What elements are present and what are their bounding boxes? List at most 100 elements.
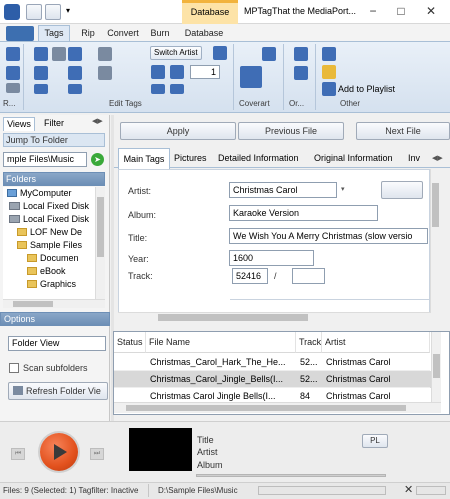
tree-item-documents[interactable]: Documen [3, 252, 95, 265]
play-icon[interactable] [54, 444, 67, 460]
tags-scroll-thumb[interactable] [432, 183, 439, 227]
grid-hscrollbar[interactable] [114, 402, 441, 413]
application-menu-button[interactable] [6, 26, 34, 41]
go-icon[interactable]: ➤ [91, 153, 104, 166]
column-status[interactable]: Status [114, 332, 146, 353]
coverart-icon[interactable] [240, 66, 262, 88]
hscroll-thumb[interactable] [13, 301, 53, 307]
other-icon-1[interactable] [322, 47, 336, 61]
scan-subfolders-checkbox[interactable] [9, 363, 19, 373]
grid-scroll-thumb[interactable] [433, 354, 440, 378]
tree-item-local-disk-2[interactable]: Local Fixed Disk [3, 213, 95, 226]
quick-access-dropdown-icon[interactable]: ▾ [66, 6, 70, 15]
tree-item-lof-new[interactable]: LOF New De [3, 226, 95, 239]
organise-icon-2[interactable] [294, 47, 308, 61]
lyrics-icon[interactable] [151, 84, 165, 94]
column-artist[interactable]: Artist [322, 332, 430, 353]
contextual-tab-database[interactable]: Database [182, 0, 238, 24]
switch-artist-button[interactable]: Switch Artist [150, 46, 202, 60]
grid-hscroll-thumb[interactable] [126, 405, 406, 411]
tab-filter[interactable]: Filter [38, 117, 70, 131]
tab-involved[interactable]: Inv [408, 148, 430, 168]
next-track-icon[interactable]: ⏭ [90, 448, 104, 460]
delete-tags-icon[interactable] [68, 84, 82, 94]
add-to-playlist-button[interactable]: Add to Playlist [338, 84, 395, 94]
column-track[interactable]: Track [296, 332, 322, 353]
grid-scrollbar[interactable] [431, 332, 441, 402]
tab-main-tags[interactable]: Main Tags [118, 148, 170, 169]
tag-from-file-icon[interactable] [34, 66, 48, 80]
previous-file-button[interactable]: Previous File [238, 122, 344, 140]
maximize-button[interactable]: □ [388, 2, 414, 20]
save-icon[interactable] [26, 4, 42, 20]
organise-icon[interactable] [6, 66, 20, 80]
album-field[interactable]: Karaoke Version [229, 205, 378, 221]
tree-item-local-disk-1[interactable]: Local Fixed Disk [3, 200, 95, 213]
ribbon-group-label-coverart: Coverart [239, 99, 270, 108]
tab-views[interactable]: Views [3, 117, 35, 131]
playlist-add-icon[interactable] [322, 82, 336, 96]
tab-tags[interactable]: Tags [38, 25, 70, 42]
title-field[interactable]: We Wish You A Merry Christmas (slow vers… [229, 228, 428, 244]
tree-item-sample-files[interactable]: Sample Files [3, 239, 95, 252]
folder-path-input[interactable]: mple Files\Music [3, 152, 87, 167]
refresh-folder-view-button[interactable]: Refresh Folder Vie [8, 382, 108, 400]
auto-number-icon[interactable] [213, 46, 227, 60]
tree-item-ebook[interactable]: eBook [3, 265, 95, 278]
tab-database[interactable]: Database [176, 26, 232, 41]
artist-combo[interactable]: Christmas Carol [229, 182, 337, 198]
tab-original-information[interactable]: Original Information [314, 148, 393, 168]
track-number-field[interactable]: 1 [190, 65, 220, 79]
scroll-thumb[interactable] [97, 197, 104, 257]
identify-icon[interactable] [6, 47, 20, 61]
find-icon[interactable] [68, 47, 82, 61]
tab-burn[interactable]: Burn [146, 26, 174, 41]
rotate-left-icon[interactable] [151, 65, 165, 79]
ribbon-group-label-r: R... [3, 99, 16, 108]
remove-comments-icon[interactable] [98, 66, 112, 80]
track-field[interactable]: 52416 [232, 268, 268, 284]
save-tags-icon[interactable] [34, 47, 48, 61]
replace-icon[interactable] [98, 47, 112, 61]
playlist-button[interactable]: PL [362, 434, 388, 448]
artist-dropdown-icon[interactable]: ▾ [341, 185, 345, 193]
remove-pictures-icon[interactable] [34, 84, 48, 94]
next-file-button[interactable]: Next File [356, 122, 450, 140]
view-mode-select[interactable]: Folder View [8, 336, 106, 351]
cell-file-name: Christmas_Carol_Jingle_Bells(I... [146, 371, 296, 388]
tree-item-graphics[interactable]: Graphics [3, 278, 95, 291]
folder-tree-scrollbar[interactable] [95, 187, 105, 299]
position-slider[interactable] [196, 474, 386, 477]
minimize-button[interactable]: − [360, 2, 386, 20]
save-coverart-icon[interactable] [262, 47, 276, 61]
tab-pictures[interactable]: Pictures [174, 148, 207, 168]
undo-icon[interactable] [52, 47, 66, 61]
bpm-icon[interactable] [170, 84, 184, 94]
previous-track-icon[interactable]: ⏮ [11, 448, 25, 460]
tag-tab-scroll-arrows[interactable]: ◀▶ [432, 154, 443, 162]
tab-rip[interactable]: Rip [74, 26, 102, 41]
track-separator: / [274, 271, 277, 281]
tab-scroll-arrows[interactable]: ◀▶ [92, 117, 103, 125]
column-file-name[interactable]: File Name [146, 332, 296, 353]
artist-extra-button[interactable] [381, 181, 423, 199]
document-icon[interactable] [45, 4, 61, 20]
tags-hscrollbar[interactable] [118, 312, 430, 322]
refresh-icon[interactable] [294, 66, 308, 80]
track-total-field[interactable] [292, 268, 325, 284]
tags-hscroll-thumb[interactable] [158, 314, 308, 321]
year-field[interactable]: 1600 [229, 250, 314, 266]
rotate-right-icon[interactable] [170, 65, 184, 79]
tree-item-mycomputer[interactable]: MyComputer [3, 187, 95, 200]
case-conversion-icon[interactable] [68, 66, 82, 80]
apply-button[interactable]: Apply [120, 122, 236, 140]
cancel-icon[interactable]: ✕ [404, 483, 413, 496]
tags-scrollbar[interactable] [430, 169, 440, 313]
tab-convert[interactable]: Convert [104, 26, 142, 41]
tab-detailed-information[interactable]: Detailed Information [218, 148, 299, 168]
app-icon[interactable] [4, 4, 20, 20]
folder-tree-hscrollbar[interactable] [3, 299, 105, 308]
other-icon-2[interactable] [322, 65, 336, 79]
rename-icon[interactable] [6, 83, 20, 93]
close-button[interactable]: ✕ [418, 2, 444, 20]
